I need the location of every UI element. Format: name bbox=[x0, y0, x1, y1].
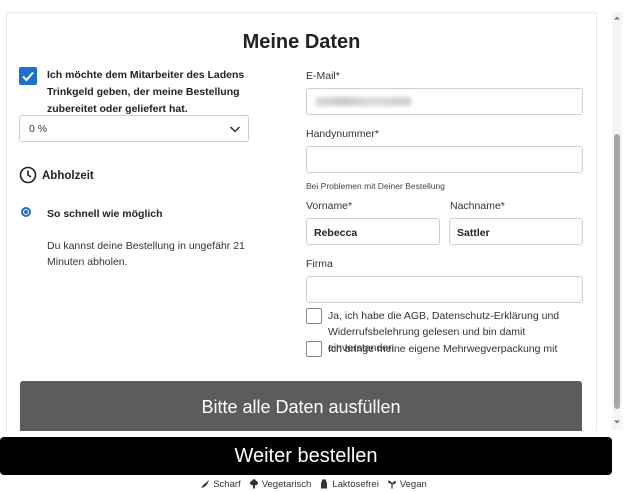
asap-radio[interactable] bbox=[21, 207, 31, 217]
legend-item-spicy: Scharf bbox=[200, 477, 241, 491]
email-label: E-Mail* bbox=[306, 70, 340, 82]
scroll-up-icon[interactable] bbox=[612, 13, 622, 23]
sprout-icon bbox=[387, 480, 396, 489]
email-field[interactable] bbox=[306, 88, 583, 115]
tip-select[interactable]: 0 % bbox=[19, 115, 249, 142]
last-name-label: Nachname* bbox=[450, 200, 505, 212]
pickup-time-heading: Abholzeit bbox=[42, 170, 94, 182]
phone-label: Handynummer* bbox=[306, 128, 379, 140]
scrollbar-thumb[interactable] bbox=[614, 134, 620, 409]
legend-label: Vegan bbox=[399, 478, 427, 490]
tip-checkbox[interactable] bbox=[19, 67, 37, 85]
asap-label: So schnell wie möglich bbox=[47, 208, 163, 220]
legend-label: Scharf bbox=[213, 478, 241, 490]
checkmark-icon bbox=[22, 71, 34, 82]
order-page: Meine Daten Ich möchte dem Mitarbeiter d… bbox=[0, 0, 627, 492]
diet-legend: Scharf Vegetarisch Laktosefrei Vegan bbox=[0, 477, 627, 491]
phone-hint: Bei Problemen mit Deiner Bestellung bbox=[306, 181, 445, 191]
phone-field[interactable] bbox=[306, 146, 583, 173]
first-name-field[interactable]: Rebecca bbox=[306, 218, 440, 245]
page-title: Meine Daten bbox=[242, 31, 361, 53]
company-field[interactable] bbox=[306, 276, 583, 303]
continue-order-button[interactable]: Weiter bestellen bbox=[0, 437, 612, 475]
tip-label: Ich möchte dem Mitarbeiter des Ladens Tr… bbox=[47, 69, 245, 115]
legend-label: Vegetarisch bbox=[261, 478, 312, 490]
reusable-packaging-checkbox[interactable] bbox=[306, 341, 322, 357]
legend-item-lactose-free: Laktosefrei bbox=[319, 477, 379, 491]
chili-icon bbox=[201, 480, 209, 488]
pickup-info-text: Du kannst deine Bestellung in ungefähr 2… bbox=[47, 240, 245, 268]
terms-checkbox[interactable] bbox=[306, 308, 322, 324]
legend-item-vegan: Vegan bbox=[387, 477, 427, 491]
chevron-down-icon bbox=[229, 126, 241, 133]
company-label: Firma bbox=[306, 258, 333, 270]
clock-icon bbox=[19, 166, 37, 184]
first-name-label: Vorname* bbox=[306, 200, 353, 212]
last-name-field[interactable]: Sattler bbox=[449, 218, 583, 245]
legend-label: Laktosefrei bbox=[332, 478, 379, 490]
legend-item-vegetarian: Vegetarisch bbox=[249, 477, 312, 491]
tip-select-value: 0 % bbox=[29, 123, 48, 135]
submit-button[interactable]: Bitte alle Daten ausfüllen bbox=[20, 381, 582, 431]
redacted-email bbox=[315, 97, 411, 106]
reusable-packaging-label: Ich bringe meine eigene Mehrwegverpackun… bbox=[328, 343, 558, 355]
scroll-down-icon[interactable] bbox=[612, 417, 622, 427]
milk-icon bbox=[321, 479, 328, 489]
broccoli-icon bbox=[249, 479, 258, 489]
